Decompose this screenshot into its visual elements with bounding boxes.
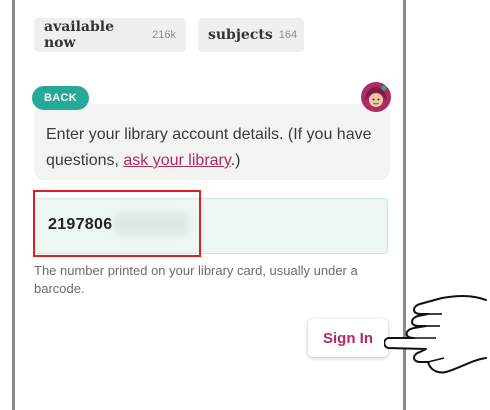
- filter-chip-count: 216k: [152, 29, 176, 41]
- highlight-box: [33, 190, 201, 257]
- filter-chip-label: subjects: [208, 27, 273, 43]
- filter-chip-subjects[interactable]: subjects 164: [198, 18, 304, 52]
- back-button[interactable]: BACK: [32, 86, 89, 110]
- library-avatar-icon: [361, 82, 391, 112]
- instructions-suffix: .): [230, 152, 241, 169]
- filter-chip-available-now[interactable]: available now 216k: [34, 18, 186, 52]
- filter-chip-label: available now: [44, 19, 114, 51]
- ask-library-link[interactable]: ask your library: [123, 152, 230, 169]
- sign-in-button[interactable]: Sign In: [308, 319, 388, 357]
- card-number-hint: The number printed on your library card,…: [34, 263, 358, 296]
- pointing-hand-icon: [384, 295, 487, 374]
- filter-chip-count: 164: [278, 29, 298, 41]
- account-instructions: Enter your library account details. (If …: [46, 122, 386, 174]
